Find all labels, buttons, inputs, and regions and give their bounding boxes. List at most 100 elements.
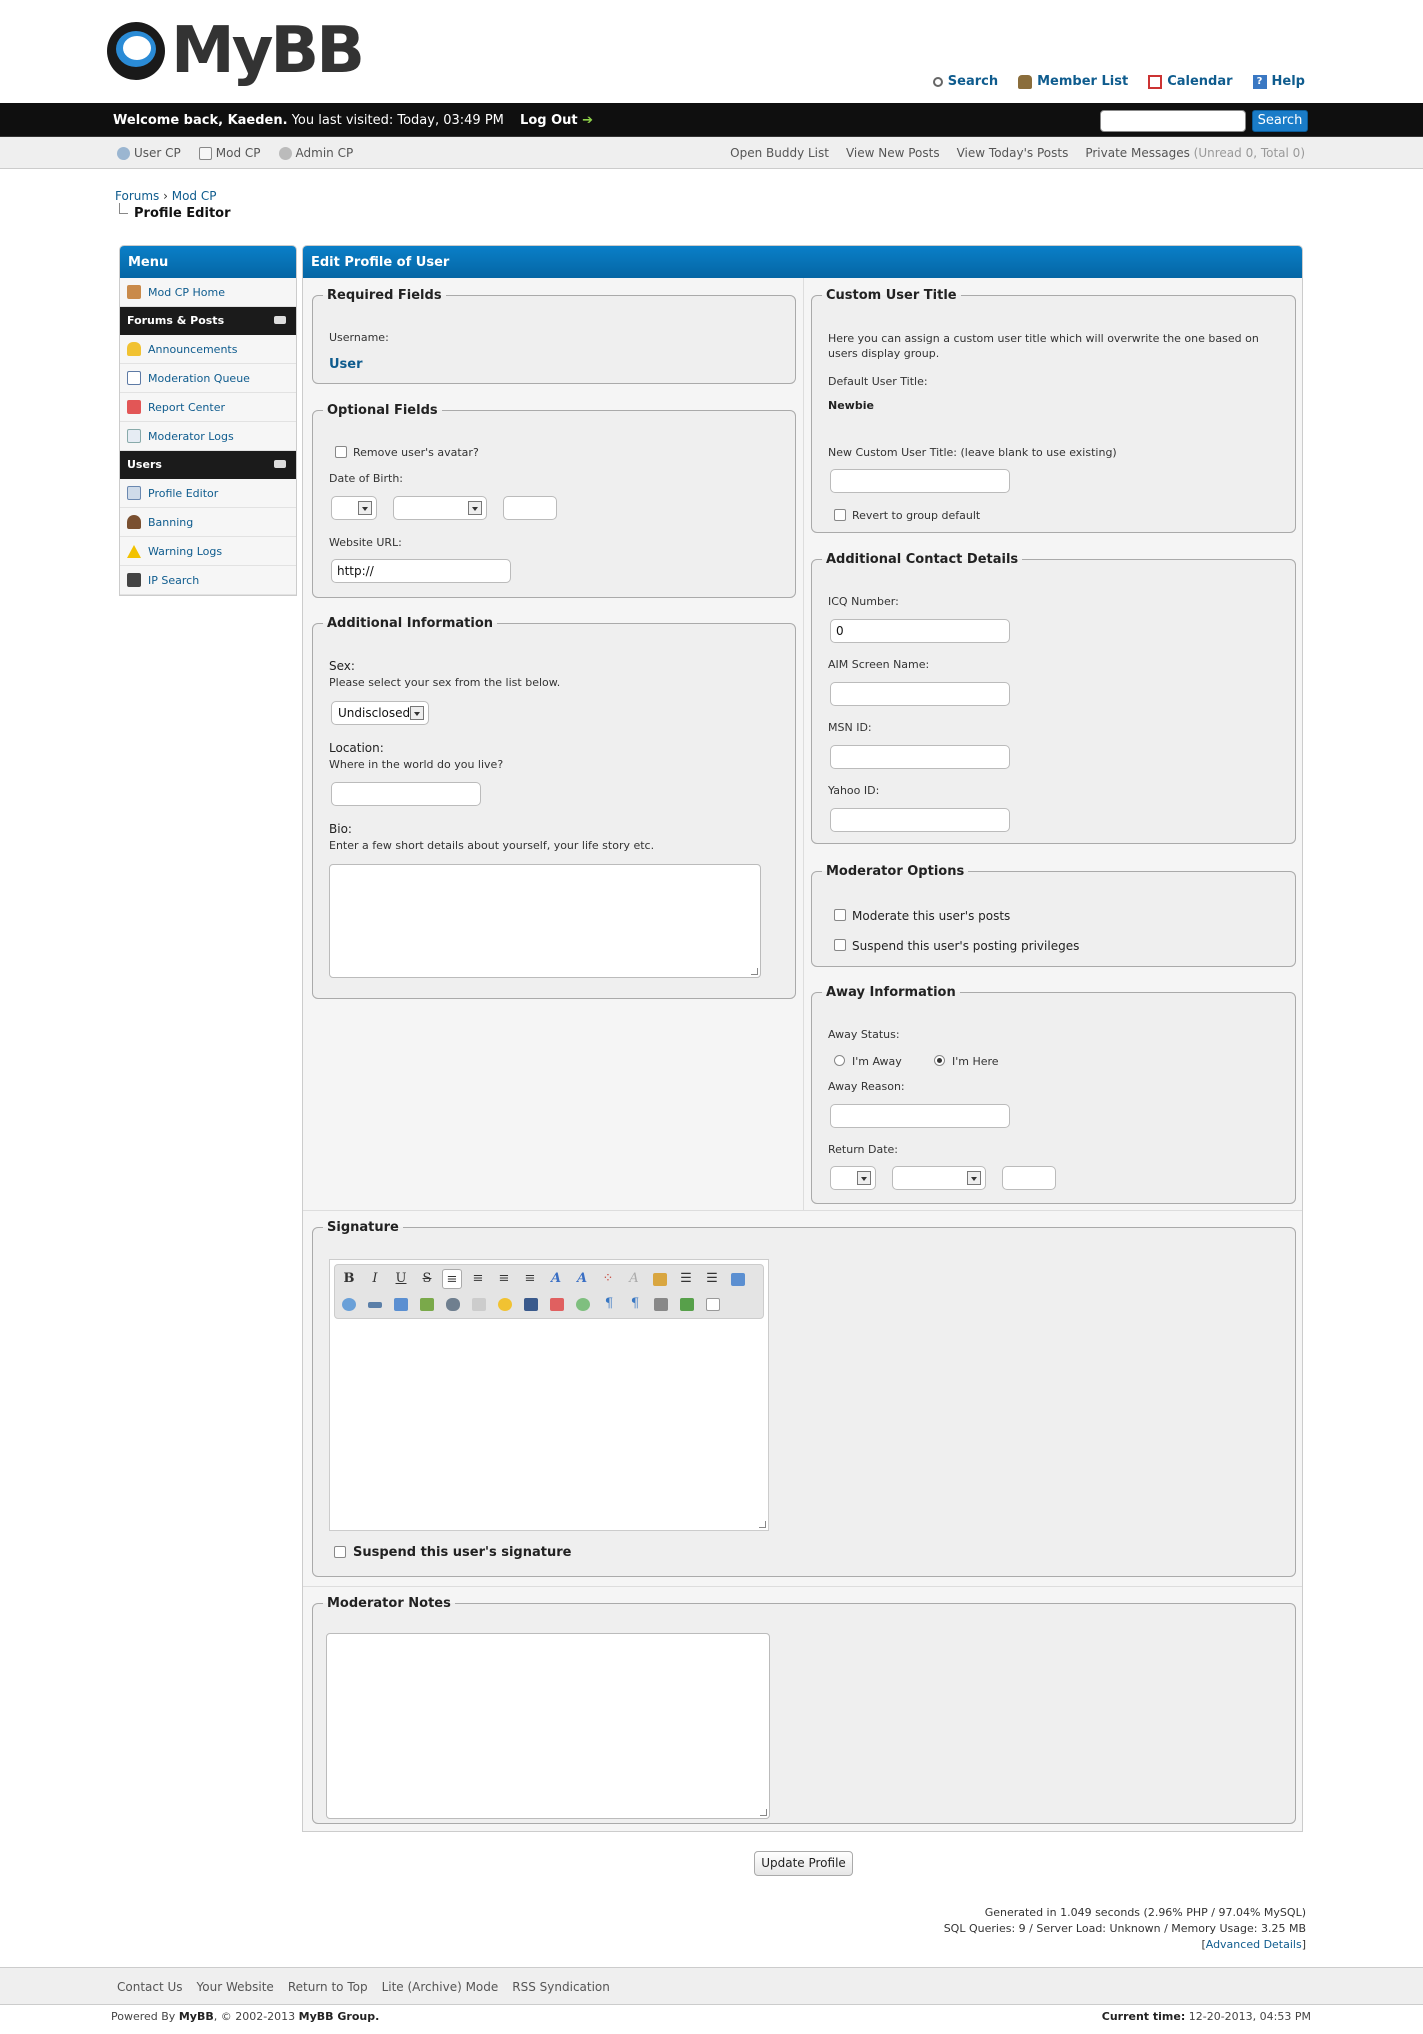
time-icon[interactable]: [576, 1298, 590, 1311]
footer-rss-link[interactable]: RSS Syndication: [512, 1980, 610, 1994]
collapse-icon[interactable]: [274, 460, 286, 468]
location-input[interactable]: [331, 782, 481, 806]
aim-input[interactable]: [830, 682, 1010, 706]
search-link[interactable]: Search: [932, 74, 998, 89]
help-link[interactable]: ? Help: [1252, 74, 1305, 89]
footer-website-link[interactable]: Your Website: [197, 1980, 274, 1994]
footer-top-link[interactable]: Return to Top: [288, 1980, 368, 1994]
return-year-input[interactable]: [1002, 1166, 1056, 1190]
underline-button[interactable]: U: [391, 1269, 411, 1289]
return-month-select[interactable]: [892, 1166, 986, 1190]
emoticon-icon[interactable]: [498, 1298, 512, 1311]
private-messages-link[interactable]: Private Messages (Unread 0, Total 0): [1085, 146, 1305, 160]
sidebar-item-announcements[interactable]: Announcements: [120, 335, 296, 364]
bullet-list-button[interactable]: ☰: [676, 1269, 696, 1289]
link-icon[interactable]: [446, 1298, 460, 1311]
color-button[interactable]: ⁘: [598, 1269, 618, 1289]
profile-card-icon: [127, 486, 141, 500]
dob-year-input[interactable]: [503, 496, 557, 520]
mod-cp-link[interactable]: Mod CP: [198, 146, 261, 160]
user-cp-link[interactable]: User CP: [117, 146, 181, 160]
logout-link[interactable]: Log Out ➔: [520, 113, 593, 128]
dob-month-select[interactable]: [393, 496, 487, 520]
remove-avatar-checkbox[interactable]: [335, 446, 347, 458]
bio-textarea[interactable]: [329, 864, 761, 978]
image-icon[interactable]: [394, 1298, 408, 1311]
away-radio[interactable]: [834, 1055, 845, 1066]
align-left-button[interactable]: ≡: [442, 1269, 462, 1289]
rtl-button[interactable]: ¶: [625, 1294, 645, 1314]
sidebar-category-forums-posts: Forums & Posts: [120, 307, 296, 335]
sidebar-item-warning-logs[interactable]: Warning Logs: [120, 537, 296, 566]
calendar-link[interactable]: Calendar: [1148, 74, 1233, 89]
admin-cp-link[interactable]: Admin CP: [278, 146, 353, 160]
sidebar-item-modcp-home[interactable]: Mod CP Home: [120, 278, 296, 307]
username-value[interactable]: User: [329, 357, 363, 372]
sidebar-item-banning[interactable]: Banning: [120, 508, 296, 537]
new-posts-link[interactable]: View New Posts: [846, 146, 940, 160]
ltr-button[interactable]: ¶: [599, 1294, 619, 1314]
moderate-posts-checkbox[interactable]: [834, 909, 846, 921]
italic-button[interactable]: I: [365, 1269, 385, 1289]
mybb-group-link[interactable]: MyBB Group.: [299, 2010, 380, 2023]
away-reason-input[interactable]: [830, 1104, 1010, 1128]
revert-checkbox[interactable]: [834, 509, 846, 521]
suspend-signature-checkbox[interactable]: [334, 1546, 346, 1558]
custom-title-input[interactable]: [830, 469, 1010, 493]
footer-archive-link[interactable]: Lite (Archive) Mode: [382, 1980, 499, 1994]
here-radio[interactable]: [934, 1055, 945, 1066]
member-list-link[interactable]: Member List: [1018, 74, 1128, 89]
source-mode-icon[interactable]: [706, 1298, 720, 1311]
return-day-select[interactable]: [830, 1166, 876, 1190]
website-input[interactable]: http://: [331, 559, 511, 583]
email-icon[interactable]: [420, 1298, 434, 1311]
paste-icon[interactable]: [653, 1273, 667, 1286]
breadcrumb-modcp[interactable]: Mod CP: [172, 189, 217, 203]
bold-button[interactable]: B: [339, 1269, 359, 1289]
align-right-button[interactable]: ≡: [494, 1269, 514, 1289]
strikethrough-button[interactable]: S: [417, 1269, 437, 1289]
buddy-list-link[interactable]: Open Buddy List: [730, 146, 829, 160]
remove-format-button[interactable]: A: [624, 1269, 644, 1289]
mybb-logo[interactable]: MyBB: [107, 16, 365, 86]
todays-posts-link[interactable]: View Today's Posts: [957, 146, 1069, 160]
font-button[interactable]: A: [546, 1269, 566, 1289]
sidebar-item-ip-search[interactable]: IP Search: [120, 566, 296, 595]
source-icon[interactable]: [731, 1273, 745, 1286]
footer-contact-link[interactable]: Contact Us: [117, 1980, 183, 1994]
resize-grip-icon[interactable]: [759, 1521, 766, 1528]
sex-select[interactable]: Undisclosed: [331, 701, 429, 725]
date-icon[interactable]: [550, 1298, 564, 1311]
moderator-notes-textarea[interactable]: [326, 1633, 770, 1819]
horizontal-rule-icon[interactable]: [368, 1302, 382, 1308]
sidebar-item-moderation-queue[interactable]: Moderation Queue: [120, 364, 296, 393]
sidebar-item-moderator-logs[interactable]: Moderator Logs: [120, 422, 296, 451]
align-center-button[interactable]: ≡: [468, 1269, 488, 1289]
unlink-icon[interactable]: [472, 1298, 486, 1311]
justify-button[interactable]: ≡: [520, 1269, 540, 1289]
font-size-button[interactable]: A: [572, 1269, 592, 1289]
maximize-icon[interactable]: [680, 1298, 694, 1311]
update-profile-button[interactable]: Update Profile: [754, 1851, 853, 1876]
resize-grip-icon[interactable]: [760, 1809, 767, 1816]
ordered-list-button[interactable]: ☰: [702, 1269, 722, 1289]
collapse-icon[interactable]: [274, 316, 286, 324]
resize-grip-icon[interactable]: [751, 968, 758, 975]
suspend-posting-checkbox[interactable]: [834, 939, 846, 951]
msn-input[interactable]: [830, 745, 1010, 769]
advanced-details-link[interactable]: Advanced Details: [1206, 1938, 1302, 1951]
sidebar-item-report-center[interactable]: Report Center: [120, 393, 296, 422]
breadcrumb-forums[interactable]: Forums: [115, 189, 159, 203]
dob-day-select[interactable]: [331, 496, 377, 520]
quote-icon[interactable]: [342, 1298, 356, 1311]
yahoo-input[interactable]: [830, 808, 1010, 832]
icq-input[interactable]: 0: [830, 619, 1010, 643]
sidebar-item-profile-editor[interactable]: Profile Editor: [120, 479, 296, 508]
search-input[interactable]: [1100, 110, 1246, 132]
aim-label: AIM Screen Name:: [828, 658, 930, 671]
signature-editor-area[interactable]: [330, 1323, 768, 1530]
print-icon[interactable]: [654, 1298, 668, 1311]
search-button[interactable]: Search: [1252, 110, 1308, 132]
mybb-link[interactable]: MyBB: [179, 2010, 214, 2023]
video-icon[interactable]: [524, 1298, 538, 1311]
